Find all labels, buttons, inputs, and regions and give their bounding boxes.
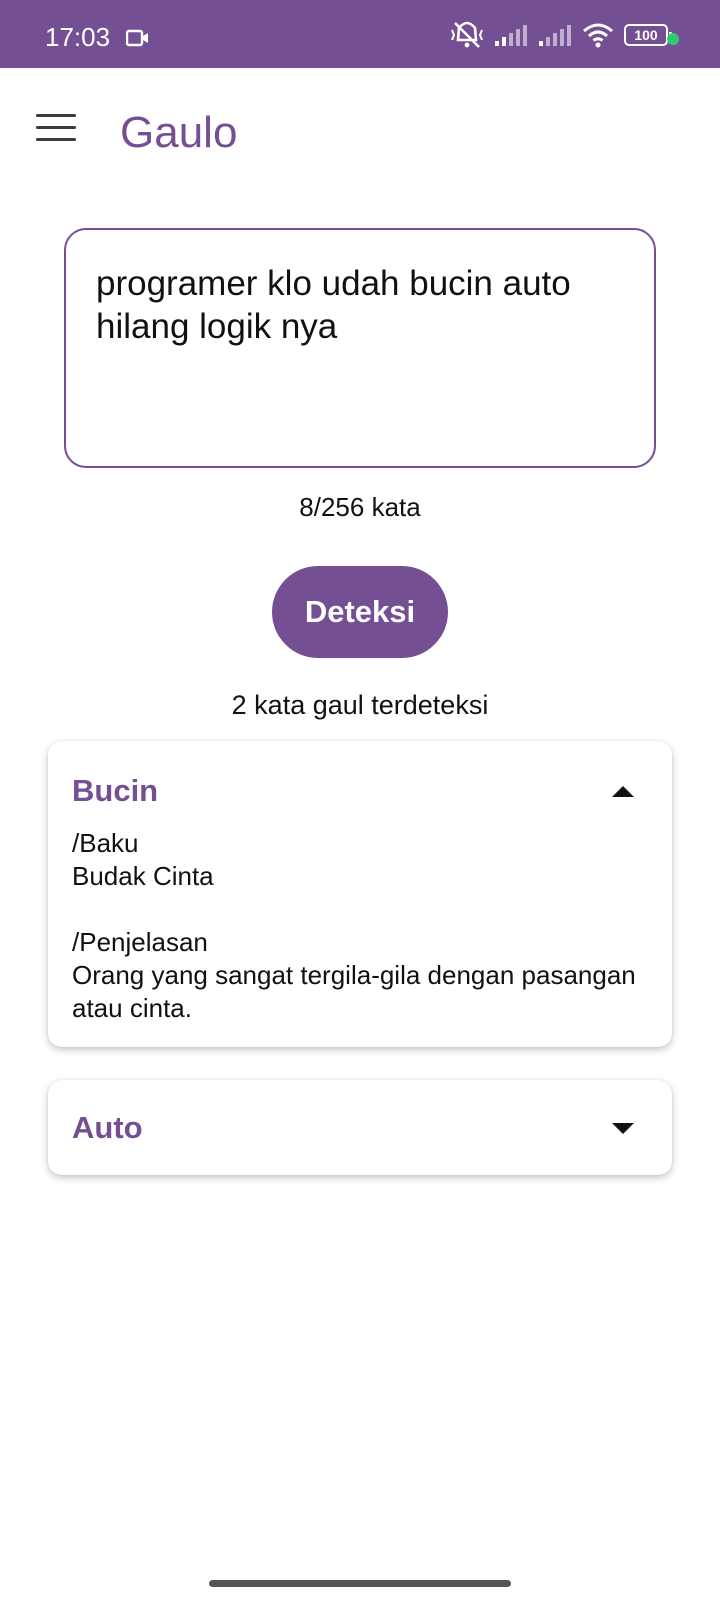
penjelasan-value: Orang yang sangat tergila-gila dengan pa… — [72, 960, 636, 1023]
result-card-bucin: Bucin /Baku Budak Cinta /Penjelasan Oran… — [48, 741, 672, 1047]
result-card-header[interactable]: Bucin — [72, 769, 648, 813]
status-icons: 100 — [450, 20, 672, 50]
word-count: 8/256 kata — [299, 492, 421, 522]
signal-icon-2 — [539, 25, 571, 46]
home-indicator[interactable] — [209, 1580, 511, 1587]
battery-icon: 100 — [624, 24, 672, 46]
text-input[interactable]: programer klo udah bucin auto hilang log… — [64, 228, 656, 468]
collapse-arrow-icon[interactable] — [612, 785, 634, 797]
baku-value: Budak Cinta — [72, 861, 214, 891]
battery-level: 100 — [634, 27, 658, 43]
status-time: 17:03 — [45, 22, 111, 52]
menu-icon[interactable] — [36, 114, 76, 144]
status-bar: 17:03 100 — [0, 0, 720, 68]
expand-arrow-icon[interactable] — [612, 1122, 634, 1134]
privacy-indicator-dot — [667, 33, 679, 45]
app-bar: Gaulo — [0, 68, 720, 198]
app-title: Gaulo — [120, 108, 238, 157]
result-card-auto: Auto — [48, 1080, 672, 1175]
result-summary: 2 kata gaul terdeteksi — [231, 690, 489, 720]
wifi-icon — [583, 23, 613, 48]
vibrate-off-icon — [451, 21, 483, 48]
penjelasan-label: /Penjelasan — [72, 927, 208, 957]
signal-icon — [495, 25, 527, 46]
result-card-header[interactable]: Auto — [72, 1106, 648, 1150]
slang-word: Bucin — [72, 773, 159, 808]
result-card-body: /Baku Budak Cinta /Penjelasan Orang yang… — [72, 827, 648, 1025]
baku-label: /Baku — [72, 828, 139, 858]
video-record-icon — [126, 29, 148, 47]
slang-word: Auto — [72, 1110, 143, 1145]
detect-button[interactable]: Deteksi — [272, 566, 448, 658]
